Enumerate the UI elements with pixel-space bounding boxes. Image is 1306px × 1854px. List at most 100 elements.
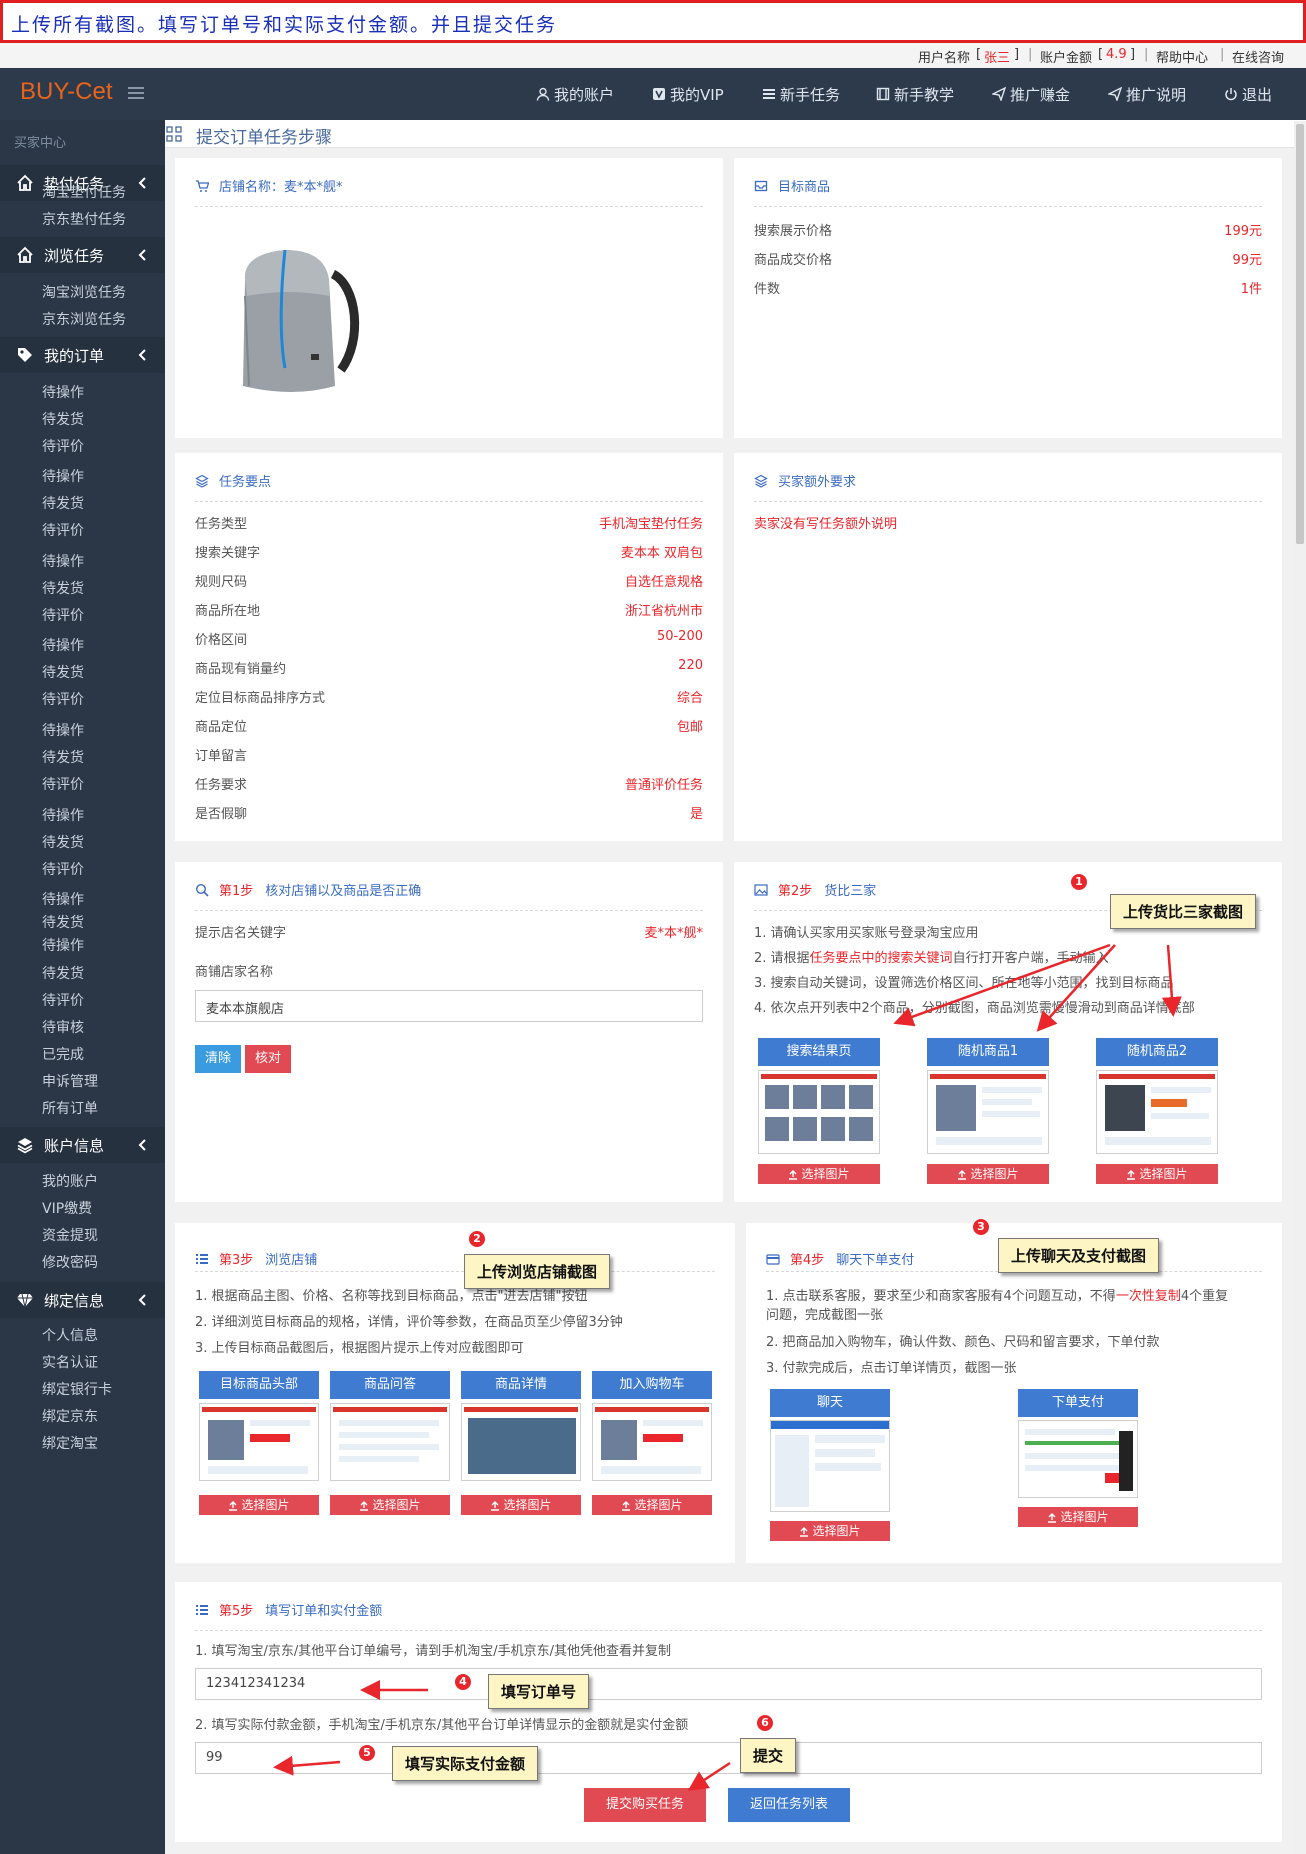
upload-button[interactable]: 选择图片: [758, 1164, 880, 1184]
sidebar-item[interactable]: 待评价: [42, 990, 84, 1010]
nav-promote-earn[interactable]: 推广赚金: [992, 84, 1070, 104]
tab-random-product-2[interactable]: 随机商品2: [1096, 1038, 1218, 1066]
tab-product-details[interactable]: 商品详情: [461, 1371, 581, 1399]
sidebar-item[interactable]: 京东浏览任务: [42, 309, 126, 329]
payment-amount-input[interactable]: 99: [195, 1742, 1262, 1774]
sidebar-item[interactable]: 待发货: [42, 963, 84, 983]
logo[interactable]: BUY-Cet: [20, 78, 112, 106]
sidebar-item[interactable]: 待操作: [42, 635, 84, 655]
sidebar-item[interactable]: 待操作: [42, 466, 84, 486]
tab-search-results[interactable]: 搜索结果页: [758, 1038, 880, 1066]
shop-name-input[interactable]: 麦本本旗舰店: [195, 990, 703, 1022]
sidebar-item[interactable]: 实名认证: [42, 1352, 98, 1372]
upload-label: 选择图片: [372, 1498, 421, 1512]
panel-title: 第4步 聊天下单支付: [766, 1249, 914, 1268]
step5-panel: 第5步 填写订单和实付金额 1. 填写淘宝/京东/其他平台订单编号，请到手机淘宝…: [175, 1582, 1282, 1842]
balance-close: ]: [1130, 47, 1136, 62]
sidebar-item[interactable]: 待评价: [42, 689, 84, 709]
sidebar-group-my-orders[interactable]: 我的订单: [0, 337, 165, 373]
sidebar-header: 买家中心: [14, 136, 67, 151]
sidebar-item[interactable]: 待审核: [42, 1017, 84, 1037]
keyword-link[interactable]: 任务要点中的搜索关键词: [810, 951, 953, 966]
sidebar-item[interactable]: 待操作: [42, 935, 84, 955]
sidebar-item[interactable]: 个人信息: [42, 1325, 98, 1345]
sidebar-group-binding-info[interactable]: 绑定信息: [0, 1282, 165, 1318]
row-value: 普通评价任务: [624, 778, 703, 793]
info-row: 定位目标商品排序方式 综合: [195, 687, 703, 706]
upload-button[interactable]: 选择图片: [927, 1164, 1049, 1184]
upload-label: 选择图片: [503, 1498, 552, 1512]
nav-promote-info[interactable]: 推广说明: [1108, 84, 1186, 104]
back-to-task-list-button[interactable]: 返回任务列表: [728, 1788, 850, 1822]
sidebar-group-account-info[interactable]: 账户信息: [0, 1127, 165, 1163]
sidebar-item[interactable]: 待评价: [42, 436, 84, 456]
upload-button[interactable]: 选择图片: [199, 1495, 319, 1515]
sidebar-item[interactable]: 待评价: [42, 859, 84, 879]
sidebar-item[interactable]: 我的账户: [42, 1171, 98, 1191]
tab-add-to-cart[interactable]: 加入购物车: [592, 1371, 712, 1399]
info-row: 商品定位 包邮: [195, 716, 703, 735]
screenshot-thumbnail: [1096, 1070, 1218, 1154]
nav-beginner-tutorial[interactable]: 新手教学: [876, 84, 954, 104]
sidebar-item[interactable]: 待发货: [42, 578, 84, 598]
help-center-link[interactable]: 帮助中心: [1156, 47, 1208, 66]
sidebar-item[interactable]: 待操作: [42, 382, 84, 402]
sidebar-item[interactable]: 待发货: [42, 832, 84, 852]
instruction-text: 自行打开客户端，手动输入: [952, 951, 1109, 966]
sidebar-item[interactable]: 待操作: [42, 720, 84, 740]
sidebar-item[interactable]: 绑定淘宝: [42, 1433, 98, 1453]
tab-product-qa[interactable]: 商品问答: [330, 1371, 450, 1399]
sidebar-item[interactable]: 修改密码: [42, 1252, 98, 1272]
nav-logout[interactable]: 退出: [1224, 84, 1272, 104]
nav-beginner-tasks[interactable]: 新手任务: [762, 84, 840, 104]
sidebar-item[interactable]: 待发货: [42, 493, 84, 513]
username-value[interactable]: 张三: [984, 47, 1010, 66]
tab-random-product-1[interactable]: 随机商品1: [927, 1038, 1049, 1066]
tab-chat[interactable]: 聊天: [770, 1389, 890, 1417]
sidebar-item[interactable]: 待操作: [42, 889, 84, 909]
sidebar-item[interactable]: 待发货: [42, 912, 84, 932]
tab-place-order[interactable]: 下单支付: [1018, 1389, 1138, 1417]
sidebar-item[interactable]: 已完成: [42, 1044, 84, 1064]
nav-my-vip[interactable]: 我的VIP: [652, 84, 724, 104]
upload-button[interactable]: 选择图片: [770, 1521, 890, 1541]
upload-button[interactable]: 选择图片: [592, 1495, 712, 1515]
scrollbar-thumb[interactable]: [1296, 124, 1304, 544]
sidebar-item[interactable]: 申诉管理: [42, 1071, 98, 1091]
nav-my-account[interactable]: 我的账户: [536, 84, 614, 104]
callout-number: 6: [756, 1714, 774, 1732]
verify-button[interactable]: 核对: [245, 1045, 291, 1073]
divider: [195, 501, 703, 502]
sidebar-item[interactable]: 待发货: [42, 409, 84, 429]
screenshot-thumbnail: [927, 1070, 1049, 1154]
sidebar-item[interactable]: 待评价: [42, 605, 84, 625]
sidebar-group-browse-tasks[interactable]: 浏览任务: [0, 237, 165, 273]
row-value: 包邮: [676, 720, 703, 735]
sidebar-item[interactable]: 绑定银行卡: [42, 1379, 112, 1399]
upload-label: 选择图片: [801, 1167, 850, 1181]
sidebar-item[interactable]: 待发货: [42, 662, 84, 682]
sidebar-item[interactable]: 淘宝垫付任务: [42, 182, 126, 202]
sidebar-item[interactable]: 待评价: [42, 774, 84, 794]
sidebar-item[interactable]: 淘宝浏览任务: [42, 282, 126, 302]
sidebar-item[interactable]: 待操作: [42, 551, 84, 571]
order-number-input[interactable]: 123412341234: [195, 1668, 1262, 1700]
sidebar-item[interactable]: 待操作: [42, 805, 84, 825]
upload-button[interactable]: 选择图片: [461, 1495, 581, 1515]
menu-toggle-icon[interactable]: [128, 86, 144, 100]
sidebar-item[interactable]: 绑定京东: [42, 1406, 98, 1426]
upload-button[interactable]: 选择图片: [1018, 1507, 1138, 1527]
upload-button[interactable]: 选择图片: [330, 1495, 450, 1515]
clear-button[interactable]: 清除: [195, 1045, 241, 1073]
sidebar-item[interactable]: VIP缴费: [42, 1198, 92, 1218]
sidebar-item[interactable]: 所有订单: [42, 1098, 98, 1118]
sidebar-item[interactable]: 资金提现: [42, 1225, 98, 1245]
sidebar-item[interactable]: 待评价: [42, 520, 84, 540]
chevron-left-icon: [138, 349, 146, 361]
tab-target-product-header[interactable]: 目标商品头部: [199, 1371, 319, 1399]
sidebar-item[interactable]: 待发货: [42, 747, 84, 767]
online-consult-link[interactable]: 在线咨询: [1232, 47, 1284, 66]
sidebar-item[interactable]: 京东垫付任务: [42, 209, 126, 229]
upload-button[interactable]: 选择图片: [1096, 1164, 1218, 1184]
submit-purchase-task-button[interactable]: 提交购买任务: [584, 1788, 706, 1822]
